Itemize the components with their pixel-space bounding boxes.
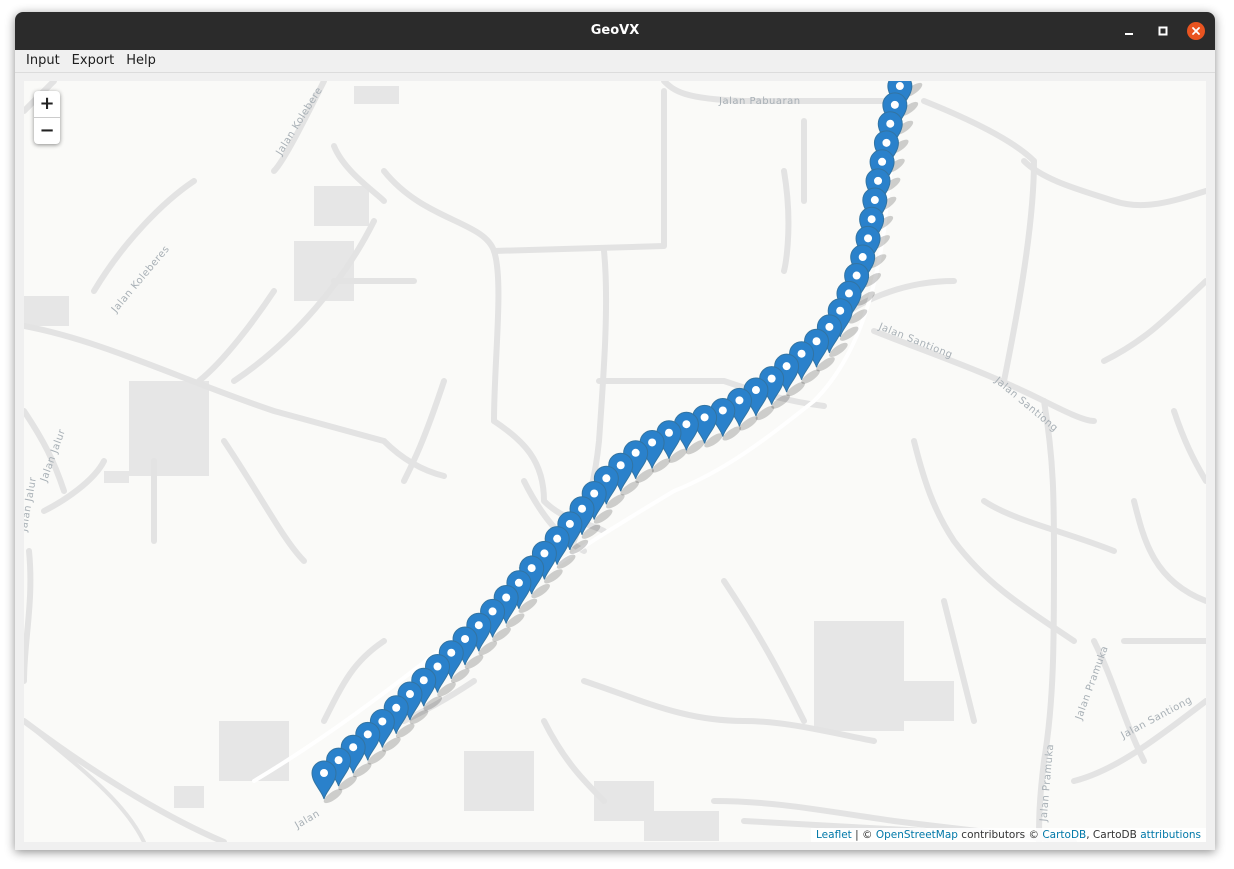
marker-center-dot (886, 119, 895, 128)
marker-center-dot (527, 564, 536, 573)
marker-center-dot (631, 448, 640, 457)
marker-center-dot (767, 374, 776, 383)
marker-center-dot (320, 769, 328, 777)
window-title: GeoVX (590, 23, 640, 38)
marker-center-dot (540, 549, 549, 558)
marker-center-dot (405, 690, 414, 699)
marker-center-dot (867, 215, 876, 224)
marker-center-dot (433, 662, 442, 671)
marker-center-dot (578, 504, 587, 513)
marker-center-dot (735, 396, 744, 405)
menu-input[interactable]: Input (21, 50, 67, 72)
marker-center-dot (878, 157, 887, 166)
attributions-link[interactable]: attributions (1140, 829, 1201, 841)
marker-center-dot (718, 406, 727, 415)
map-view[interactable]: Jalan Pabuaran Jalan Kolebere Jalan Kole… (24, 81, 1206, 842)
marker-center-dot (602, 474, 611, 483)
zoom-control: + − (34, 91, 60, 144)
cartodb-link[interactable]: CartoDB (1042, 829, 1086, 841)
marker-center-dot (349, 743, 358, 752)
marker-center-dot (461, 634, 470, 643)
attribution-contributors: contributors © (957, 829, 1043, 841)
marker-center-dot (852, 271, 861, 280)
leaflet-link[interactable]: Leaflet (816, 829, 852, 841)
marker-center-dot (419, 676, 428, 685)
marker-center-dot (782, 362, 791, 371)
menu-bar: Input Export Help (15, 50, 1215, 73)
marker-center-dot (895, 82, 904, 91)
map-attribution: Leaflet | © OpenStreetMap contributors ©… (811, 828, 1206, 842)
marker-center-dot (890, 100, 899, 109)
marker-center-dot (864, 234, 873, 243)
maximize-button[interactable] (1154, 22, 1172, 40)
marker-center-dot (392, 703, 401, 712)
zoom-in-button[interactable]: + (34, 91, 60, 118)
marker-center-dot (700, 413, 709, 422)
attribution-separator: | © (851, 829, 876, 841)
marker-center-dot (565, 519, 574, 528)
marker-center-dot (363, 730, 372, 739)
app-window: GeoVX Input Export Help Jalan Pabuaran J… (15, 12, 1215, 850)
route-marker-layer (311, 81, 923, 804)
marker-center-dot (882, 138, 891, 147)
marker-center-dot (514, 578, 523, 587)
menu-help[interactable]: Help (121, 50, 163, 72)
marker-center-dot (474, 621, 483, 630)
marker-center-dot (447, 648, 456, 657)
marker-center-dot (874, 176, 883, 185)
marker-center-dot (844, 289, 853, 298)
marker-center-dot (812, 337, 821, 346)
marker-center-dot (858, 253, 867, 262)
marker-center-dot (797, 349, 806, 358)
marker-center-dot (836, 306, 845, 315)
openstreetmap-link[interactable]: OpenStreetMap (876, 829, 958, 841)
marker-center-dot (334, 756, 343, 765)
marker-center-dot (682, 420, 691, 429)
minimize-icon (1125, 33, 1133, 35)
marker-center-dot (553, 534, 562, 543)
marker-center-dot (488, 607, 497, 616)
close-button[interactable] (1187, 22, 1205, 40)
marker-center-dot (590, 489, 599, 498)
marker-center-dot (664, 428, 673, 437)
maximize-icon (1158, 26, 1168, 36)
marker-center-dot (616, 461, 625, 470)
title-bar: GeoVX (15, 12, 1215, 50)
marker-center-dot (378, 717, 387, 726)
menu-export[interactable]: Export (67, 50, 122, 72)
marker-center-dot (751, 386, 760, 395)
close-icon (1192, 27, 1200, 35)
minimize-button[interactable] (1120, 22, 1138, 40)
marker-center-dot (502, 593, 511, 602)
marker-center-dot (825, 322, 834, 331)
zoom-out-button[interactable]: − (34, 118, 60, 144)
marker-center-dot (870, 196, 879, 205)
attribution-cartodb-text: , CartoDB (1086, 829, 1141, 841)
marker-center-dot (648, 438, 657, 447)
